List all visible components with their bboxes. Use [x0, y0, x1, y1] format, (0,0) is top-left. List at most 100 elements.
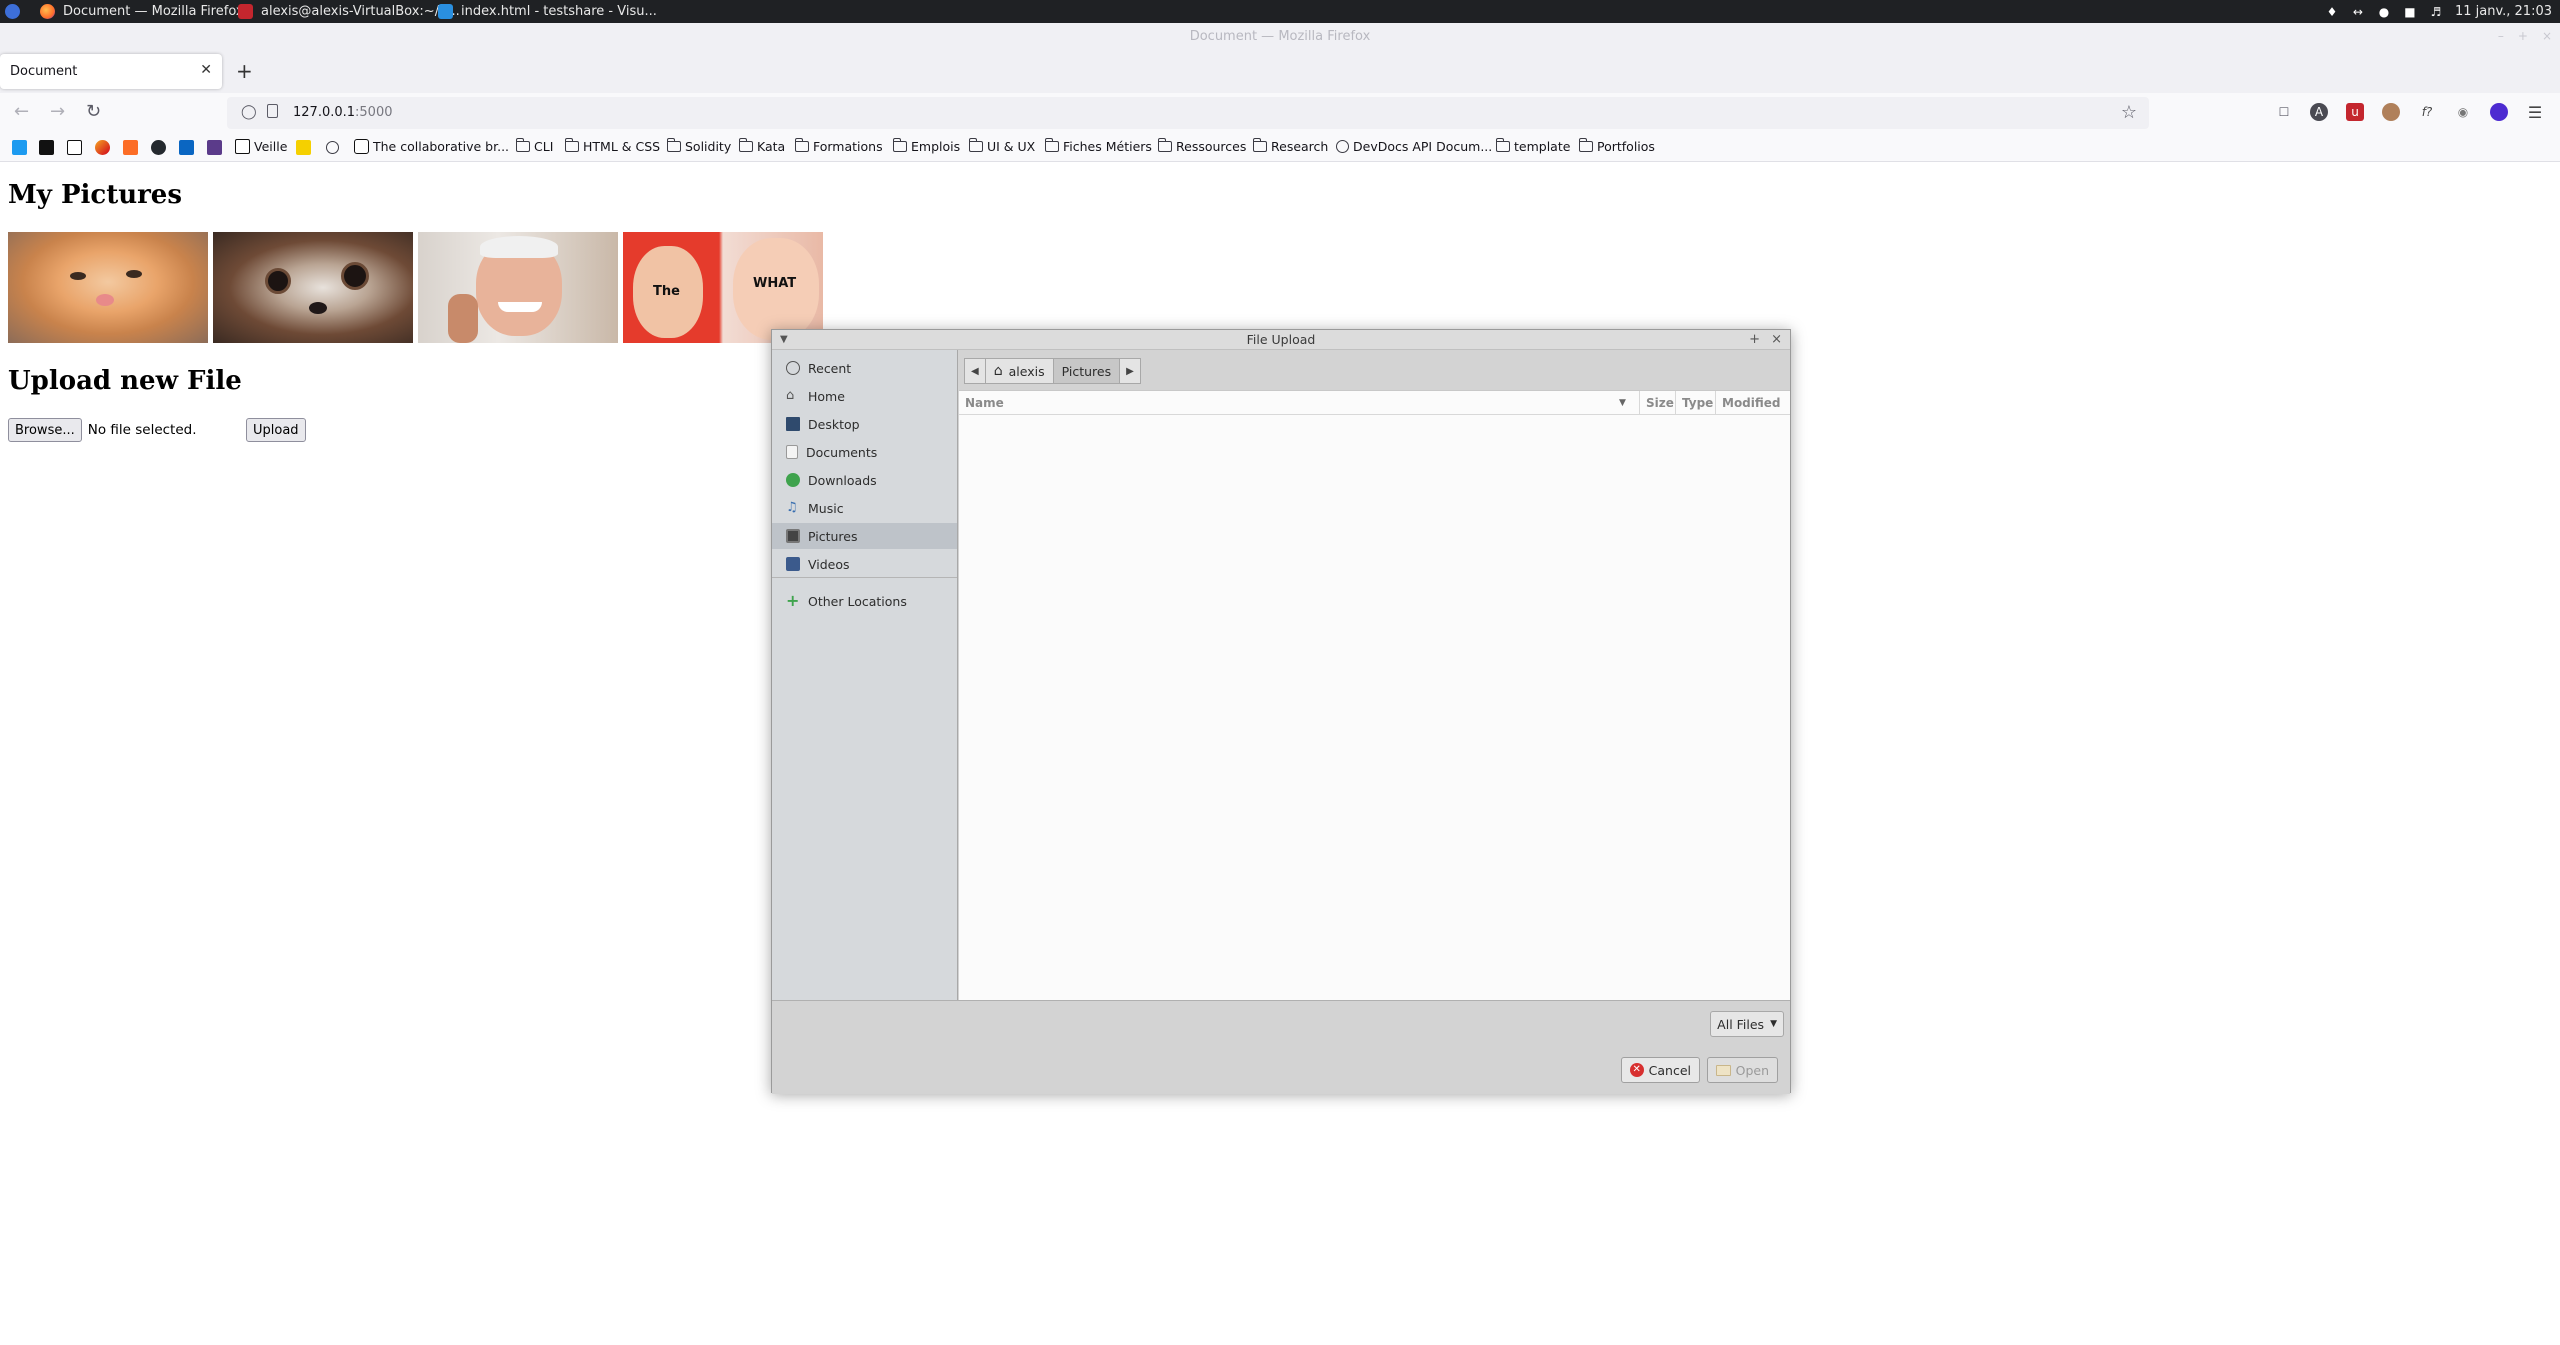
places-sidebar: Recent ⌂ Home Desktop Documents Download…: [772, 350, 958, 1000]
extension-bulb-icon[interactable]: ◉: [2454, 103, 2472, 121]
bookmark-folder-ui-ux[interactable]: UI & UX: [968, 138, 1035, 154]
update-icon[interactable]: ●: [2377, 5, 2391, 19]
browse-button[interactable]: Browse...: [8, 418, 82, 442]
path-scroll-left-button[interactable]: ◀: [964, 358, 986, 384]
start-menu-icon[interactable]: [5, 4, 20, 19]
places-item-music[interactable]: ♫ Music: [772, 495, 957, 521]
bookmark-yellow-icon[interactable]: [296, 140, 311, 155]
taskbar-item-label: Document — Mozilla Firefox: [63, 4, 244, 19]
bookmark-veille[interactable]: Veille: [235, 139, 287, 154]
bookmark-folder-formations[interactable]: Formations: [794, 138, 883, 154]
bookmark-folder-cli[interactable]: CLI: [515, 138, 553, 154]
tracking-shield-icon[interactable]: ◯: [241, 104, 257, 120]
column-name[interactable]: Name: [959, 391, 1639, 415]
bookmark-folder-portfolios[interactable]: Portfolios: [1578, 138, 1655, 154]
path-button-home[interactable]: ⌂ alexis: [985, 358, 1054, 384]
places-item-desktop[interactable]: Desktop: [772, 411, 957, 437]
bookmark-collaborative[interactable]: The collaborative br...: [354, 139, 509, 154]
places-item-pictures[interactable]: Pictures: [772, 523, 957, 549]
places-item-recent[interactable]: Recent: [772, 355, 957, 381]
volume-icon[interactable]: ♬: [2429, 5, 2443, 19]
lock-icon[interactable]: ■: [2403, 5, 2417, 19]
account-icon[interactable]: A: [2310, 103, 2328, 121]
new-tab-icon[interactable]: +: [236, 60, 253, 82]
bookmark-folder-kata[interactable]: Kata: [738, 138, 785, 154]
bookmark-folder-fiches-metiers[interactable]: Fiches Métiers: [1044, 138, 1152, 154]
taskbar-item-terminal[interactable]: alexis@alexis-VirtualBox:~/d...: [238, 0, 460, 23]
bookmark-folder-research[interactable]: Research: [1252, 138, 1328, 154]
extension-cookie-icon[interactable]: [2382, 103, 2400, 121]
pocket-icon[interactable]: ☐: [2275, 103, 2293, 121]
bookmark-star-icon[interactable]: ☆: [2121, 102, 2137, 123]
places-item-downloads[interactable]: Downloads: [772, 467, 957, 493]
taskbar-item-firefox[interactable]: Document — Mozilla Firefox: [40, 0, 244, 23]
bookmark-folder-html-css[interactable]: HTML & CSS: [564, 138, 660, 154]
bookmark-devdocs[interactable]: DevDocs API Docum...: [1336, 139, 1492, 154]
maximize-icon[interactable]: +: [1749, 330, 1760, 350]
file-input[interactable]: Browse... No file selected.: [8, 418, 197, 442]
twitter-icon[interactable]: [12, 140, 27, 155]
page-info-icon[interactable]: [267, 104, 278, 118]
linkedin-icon[interactable]: [179, 140, 194, 155]
ublock-icon[interactable]: u: [2346, 103, 2364, 121]
bell-icon[interactable]: ♦: [2325, 5, 2339, 19]
column-modified[interactable]: Modified: [1715, 391, 1790, 415]
path-button-pictures[interactable]: Pictures: [1053, 358, 1121, 384]
file-list[interactable]: Name ▼ Size Type Modified: [959, 390, 1790, 1000]
bookmark-dark-icon[interactable]: [39, 140, 54, 155]
plus-icon: +: [786, 591, 800, 610]
places-item-documents[interactable]: Documents: [772, 439, 957, 465]
close-icon[interactable]: ×: [1771, 330, 1782, 350]
notion-icon[interactable]: [67, 140, 82, 155]
upload-button[interactable]: Upload: [246, 418, 306, 442]
terminal-icon: [238, 4, 253, 19]
close-tab-icon[interactable]: ✕: [200, 62, 212, 78]
folder-icon: [968, 138, 983, 152]
places-item-home[interactable]: ⌂ Home: [772, 383, 957, 409]
github-icon[interactable]: [151, 140, 166, 155]
menu-icon[interactable]: ☰: [2526, 103, 2544, 122]
close-icon[interactable]: ×: [2542, 23, 2552, 50]
extension-fx-icon[interactable]: f?: [2418, 103, 2436, 121]
column-type[interactable]: Type: [1675, 391, 1715, 415]
back-icon[interactable]: ←: [14, 102, 29, 122]
column-size[interactable]: Size: [1639, 391, 1675, 415]
clock[interactable]: 11 janv., 21:03: [2455, 4, 2552, 19]
music-icon: ♫: [786, 500, 798, 515]
folder-open-icon: [1715, 1064, 1731, 1076]
folder-icon: [666, 138, 681, 152]
bookmark-folder-template[interactable]: template: [1495, 138, 1570, 154]
chevron-left-icon: ◀: [971, 365, 979, 377]
chevron-right-icon: ▶: [1126, 365, 1134, 377]
extension-hex-icon[interactable]: [2490, 103, 2508, 121]
folder-icon: [515, 138, 530, 152]
bookmark-folder-emplois[interactable]: Emplois: [892, 138, 960, 154]
bookmark-folder-solidity[interactable]: Solidity: [666, 138, 731, 154]
bookmark-orange-icon[interactable]: [95, 140, 110, 155]
tab-strip: Document ✕ +: [0, 50, 2560, 93]
network-icon[interactable]: ↔: [2351, 5, 2365, 19]
bookmark-folder-ressources[interactable]: Ressources: [1157, 138, 1246, 154]
open-button[interactable]: Open: [1706, 1057, 1778, 1083]
taskbar-item-vscode[interactable]: index.html - testshare - Visu...: [438, 0, 657, 23]
bookmark-purple-icon[interactable]: [207, 140, 222, 155]
gitlab-icon[interactable]: [123, 140, 138, 155]
places-item-other-locations[interactable]: + Other Locations: [772, 588, 957, 614]
path-scroll-right-button[interactable]: ▶: [1120, 358, 1141, 384]
minimize-icon[interactable]: –: [2498, 23, 2504, 50]
file-filter-dropdown[interactable]: All Files ▼: [1710, 1011, 1784, 1037]
url-text[interactable]: 127.0.0.1:5000: [293, 105, 393, 120]
url-bar[interactable]: ◯ 127.0.0.1:5000 ☆: [227, 97, 2149, 129]
forward-icon[interactable]: →: [50, 102, 65, 122]
pictures-icon: [786, 529, 800, 543]
dialog-titlebar[interactable]: ▼ File Upload + ×: [772, 330, 1790, 350]
chevron-down-icon: ▼: [1770, 1019, 1777, 1029]
globe-icon[interactable]: [326, 141, 339, 154]
places-item-videos[interactable]: Videos: [772, 551, 957, 577]
reload-icon[interactable]: ↻: [86, 102, 101, 122]
window-menu-icon[interactable]: ▼: [780, 330, 788, 350]
browser-tab-document[interactable]: Document ✕: [0, 54, 222, 89]
cancel-button[interactable]: ✕ Cancel: [1620, 1057, 1700, 1083]
page-heading: My Pictures: [8, 180, 182, 210]
maximize-icon[interactable]: +: [2518, 23, 2528, 50]
